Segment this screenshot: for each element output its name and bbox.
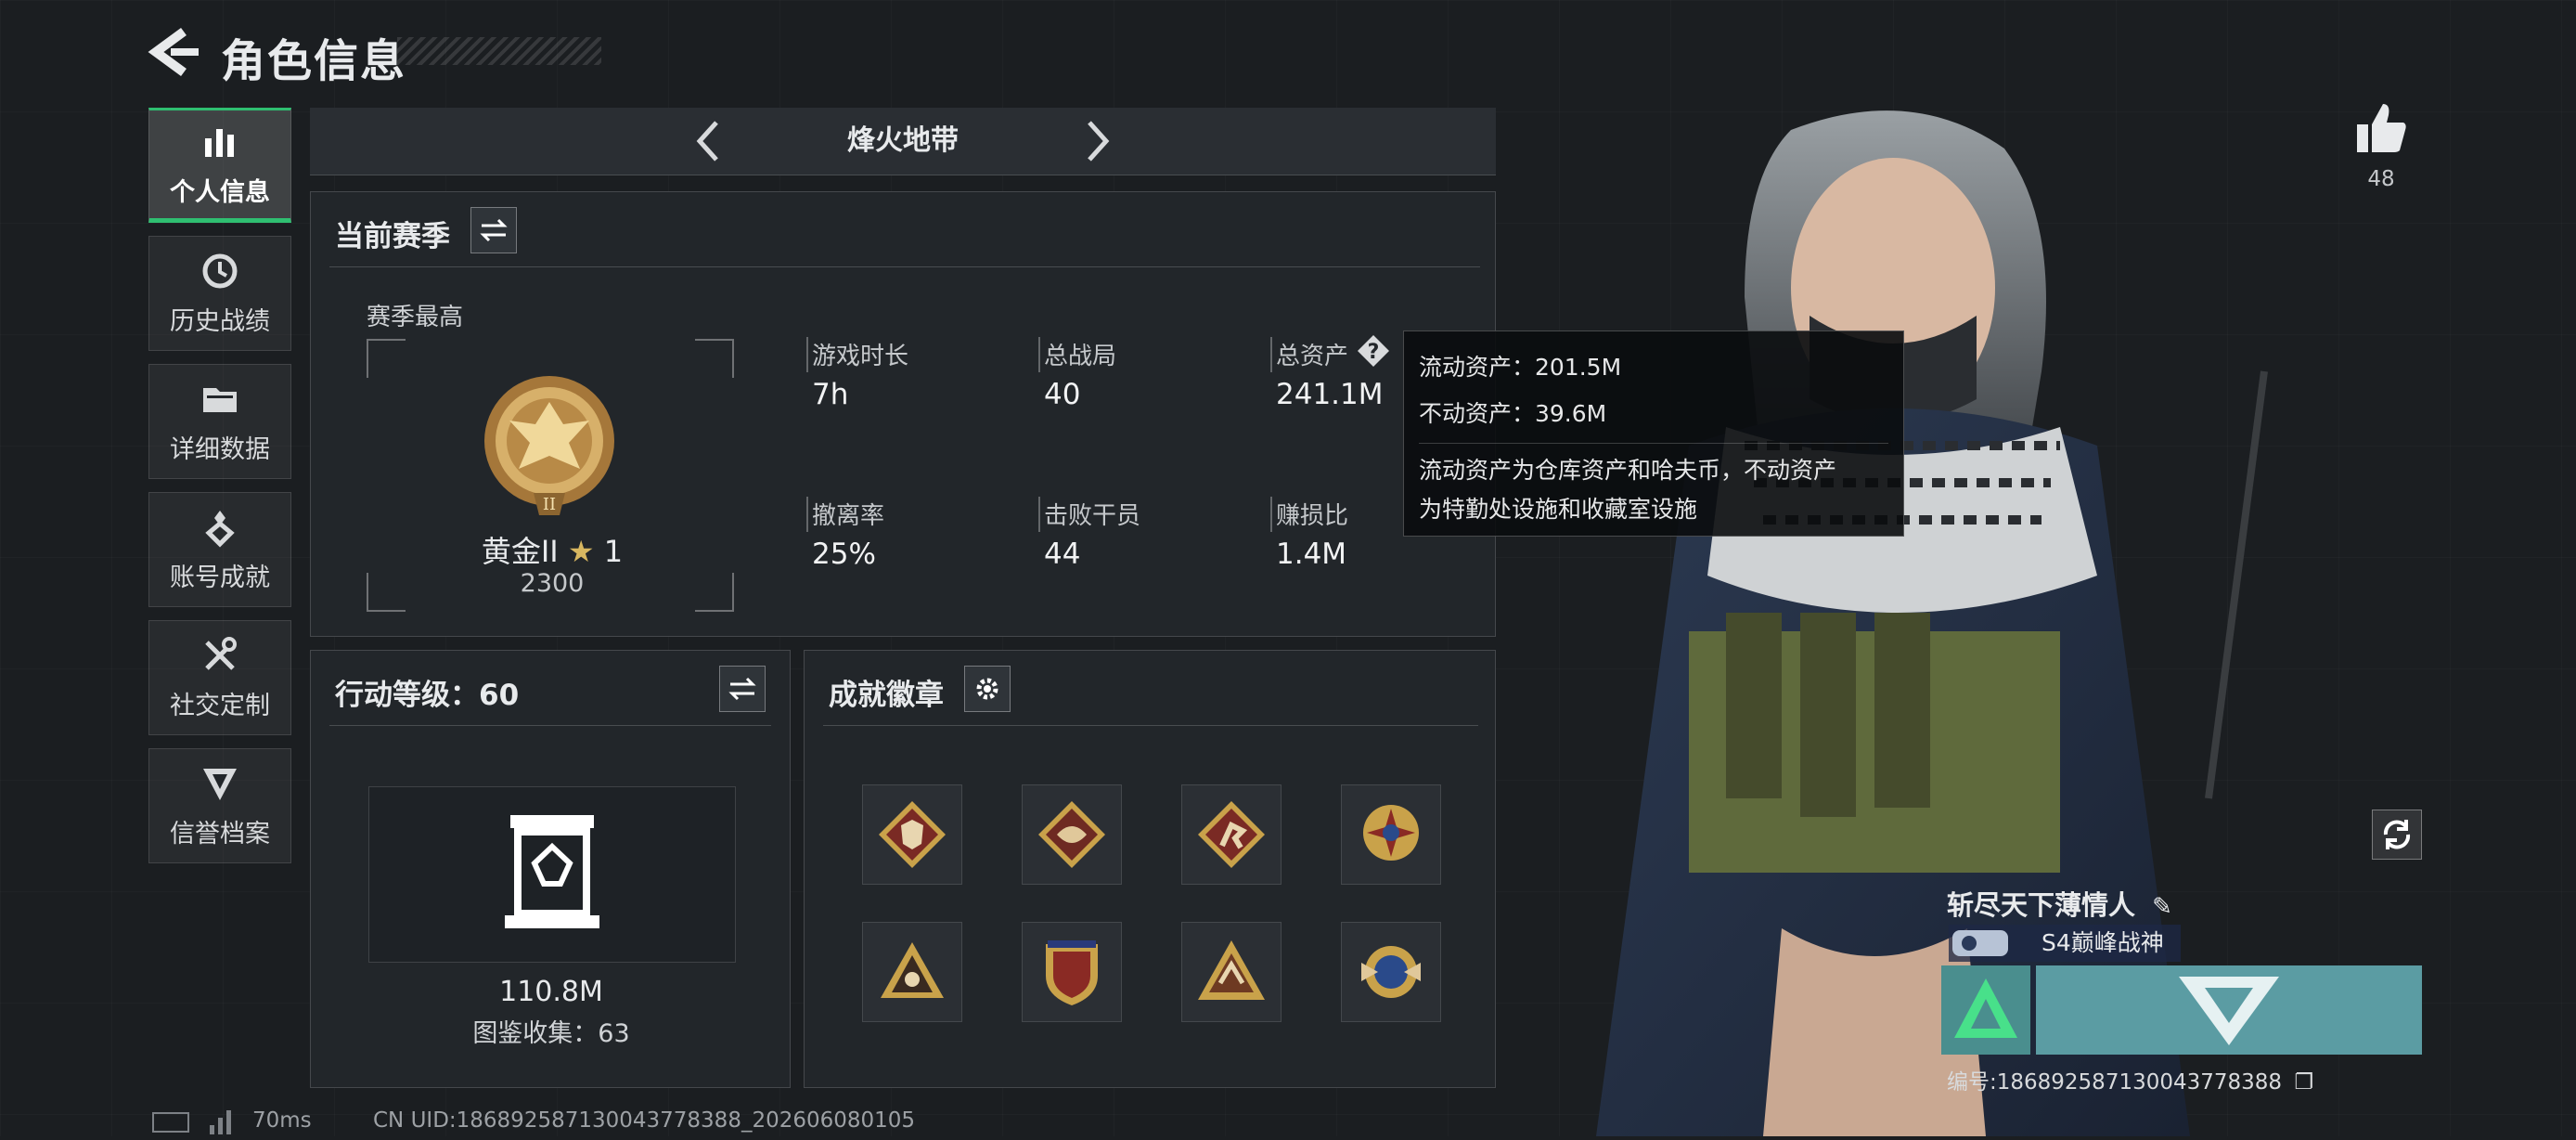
player-name: 斩尽天下薄情人 ✎ bbox=[1947, 884, 2172, 923]
badge-title: 成就徽章 bbox=[829, 679, 944, 712]
player-title: S4巅峰战神 bbox=[1949, 925, 2181, 962]
stat-value: 241.1M bbox=[1276, 378, 1384, 411]
page-title: 角色信息 bbox=[221, 35, 407, 87]
stat-label: 击败干员 bbox=[1044, 502, 1141, 530]
tooltip-fixed: 不动资产：39.6M bbox=[1419, 400, 1607, 427]
collection-display[interactable] bbox=[368, 786, 736, 963]
stat-label: 总资产 bbox=[1276, 343, 1349, 370]
sidebar-item-label: 历史战绩 bbox=[170, 306, 270, 336]
title-badge-icon bbox=[1952, 930, 2008, 956]
collection-count: 图鉴收集：63 bbox=[472, 1019, 630, 1048]
wing-medal-icon[interactable] bbox=[1341, 922, 1441, 1022]
sidebar-item-social[interactable]: 社交定制 bbox=[148, 620, 291, 735]
thumbs-up-icon[interactable] bbox=[2353, 100, 2409, 156]
title-decoration bbox=[397, 37, 601, 65]
player-name-text: 斩尽天下薄情人 bbox=[1947, 889, 2136, 921]
mode-selector: 烽火地带 bbox=[310, 108, 1496, 175]
back-arrow-icon[interactable] bbox=[147, 26, 202, 78]
wolf-badge-icon[interactable] bbox=[862, 784, 962, 885]
display-case-icon bbox=[505, 815, 599, 928]
battery-icon bbox=[152, 1112, 189, 1133]
cn-uid: CN UID:186892587130043778388_20260608010… bbox=[373, 1108, 916, 1133]
rank-name: 黄金II bbox=[481, 534, 559, 569]
gold-rank-emblem-icon: II bbox=[480, 367, 619, 528]
season-best-label: 赛季最高 bbox=[367, 304, 464, 331]
dragon-badge-icon[interactable] bbox=[1022, 784, 1122, 885]
edit-pencil-icon[interactable]: ✎ bbox=[2152, 893, 2172, 921]
folder-icon bbox=[203, 387, 237, 412]
season-panel: 当前赛季 赛季最高 II 黄金II ★ 1 2300 游戏时长 7h 总战局 4… bbox=[310, 191, 1496, 637]
rank-score: 2300 bbox=[520, 569, 585, 598]
star-icon: ★ bbox=[567, 534, 595, 569]
runner-badge-icon[interactable] bbox=[1181, 784, 1282, 885]
swap-icon[interactable] bbox=[719, 666, 766, 712]
stat-value: 25% bbox=[812, 538, 876, 571]
stat-label: 撤离率 bbox=[812, 502, 885, 530]
stat-value: 1.4M bbox=[1276, 538, 1347, 571]
sidebar-item-detailed-data[interactable]: 详细数据 bbox=[148, 364, 291, 479]
tools-icon bbox=[205, 636, 237, 670]
tooltip-desc-line2: 为特勤处设施和收藏室设施 bbox=[1419, 496, 1698, 523]
player-uid: 编号:1868925871300437783​88 ❐ bbox=[1947, 1064, 2313, 1095]
rank-line: 黄金II ★ 1 bbox=[478, 528, 626, 571]
signal-icon bbox=[208, 1108, 236, 1134]
sidebar-item-label: 信誉档案 bbox=[170, 819, 270, 849]
emblem-logo-icon bbox=[2179, 977, 2279, 1045]
badge-panel: 成就徽章 bbox=[804, 650, 1496, 1088]
player-title-text: S4巅峰战神 bbox=[2041, 929, 2164, 956]
mode-title: 烽火地带 bbox=[847, 124, 959, 157]
sidebar-item-reputation[interactable]: 信誉档案 bbox=[148, 748, 291, 863]
stat-label: 总战局 bbox=[1044, 343, 1117, 370]
sidebar-item-label: 社交定制 bbox=[170, 691, 270, 720]
svg-text:II: II bbox=[543, 495, 556, 514]
player-uid-text: 编号:1868925871300437783​88 bbox=[1947, 1070, 2283, 1095]
rank-banner bbox=[2036, 965, 2422, 1055]
help-icon[interactable]: ? bbox=[1356, 333, 1391, 369]
svg-text:?: ? bbox=[1368, 341, 1380, 364]
sidebar-item-history[interactable]: 历史战绩 bbox=[148, 236, 291, 351]
shield-emblem-icon[interactable] bbox=[1022, 922, 1122, 1022]
clock-icon bbox=[202, 253, 238, 288]
assets-tooltip: 流动资产：201.5M 不动资产：39.6M 流动资产为仓库资产和哈夫币，不动资… bbox=[1403, 330, 1904, 537]
frame-corner bbox=[695, 573, 734, 612]
refresh-icon[interactable] bbox=[2372, 810, 2422, 860]
sidebar-item-label: 个人信息 bbox=[170, 177, 270, 207]
chevron-right-icon[interactable] bbox=[1073, 117, 1121, 165]
rank-stars: 1 bbox=[603, 534, 624, 569]
likes-count: 48 bbox=[2367, 167, 2395, 191]
ping-value: 70ms bbox=[252, 1108, 312, 1133]
sidebar-item-achievements[interactable]: 账号成就 bbox=[148, 492, 291, 607]
sidebar-item-label: 账号成就 bbox=[170, 563, 270, 592]
medal-icon bbox=[205, 510, 235, 548]
frame-corner bbox=[367, 339, 406, 378]
stat-value: 44 bbox=[1044, 538, 1081, 571]
settings-gear-icon[interactable] bbox=[964, 666, 1011, 712]
shield-icon bbox=[203, 768, 237, 800]
stat-label: 赚损比 bbox=[1276, 502, 1349, 530]
sidebar-item-label: 详细数据 bbox=[170, 434, 270, 464]
swap-icon[interactable] bbox=[470, 207, 517, 253]
triangle-badge-icon[interactable] bbox=[862, 922, 962, 1022]
level-title: 行动等级：60 bbox=[335, 679, 520, 712]
season-title: 当前赛季 bbox=[335, 220, 450, 253]
chevron-left-icon[interactable] bbox=[685, 117, 733, 165]
tooltip-liquid: 流动资产：201.5M bbox=[1419, 354, 1622, 381]
frame-corner bbox=[695, 339, 734, 378]
stat-value: 7h bbox=[812, 378, 849, 411]
frame-corner bbox=[367, 573, 406, 612]
level-panel: 行动等级：60 110.8M 图鉴收集：63 bbox=[310, 650, 791, 1088]
rank-triangle-icon bbox=[1941, 965, 2030, 1055]
stat-value: 40 bbox=[1044, 378, 1081, 411]
bar-chart-icon bbox=[205, 128, 234, 157]
level-value: 110.8M bbox=[499, 976, 603, 1008]
copy-icon[interactable]: ❐ bbox=[2294, 1070, 2313, 1095]
stat-label: 游戏时长 bbox=[812, 343, 909, 370]
tooltip-desc-line1: 流动资产为仓库资产和哈夫币，不动资产 bbox=[1419, 457, 1837, 484]
cross-medal-icon[interactable] bbox=[1341, 784, 1441, 885]
eagle-triangle-icon[interactable] bbox=[1181, 922, 1282, 1022]
sidebar-item-personal-info[interactable]: 个人信息 bbox=[148, 108, 291, 223]
